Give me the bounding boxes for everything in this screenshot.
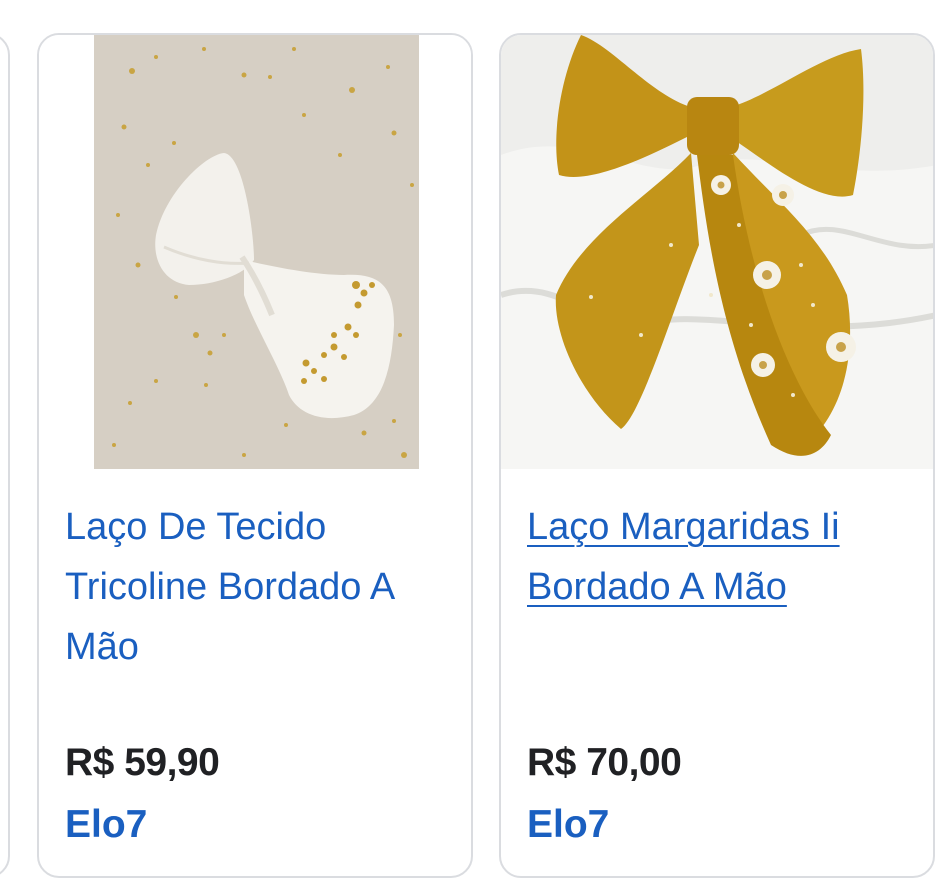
product-source[interactable]: Elo7 [65, 803, 147, 847]
product-card[interactable]: Laço Margaridas Ii Bordado A Mão R$ 70,0… [499, 33, 935, 878]
mustard-bow-photo [501, 35, 933, 469]
product-price: R$ 70,00 [527, 741, 682, 784]
product-title-link[interactable]: Laço Margaridas Ii Bordado A Mão [527, 497, 907, 617]
product-title-link[interactable]: Laço De Tecido Tricoline Bordado A Mão [65, 497, 445, 677]
product-image[interactable] [39, 35, 471, 469]
product-source[interactable]: Elo7 [527, 803, 609, 847]
product-card-partial[interactable] [0, 33, 10, 878]
product-price: R$ 59,90 [65, 741, 220, 784]
product-image[interactable] [501, 35, 933, 469]
white-bow-photo [94, 35, 419, 469]
product-card[interactable]: Laço De Tecido Tricoline Bordado A Mão R… [37, 33, 473, 878]
